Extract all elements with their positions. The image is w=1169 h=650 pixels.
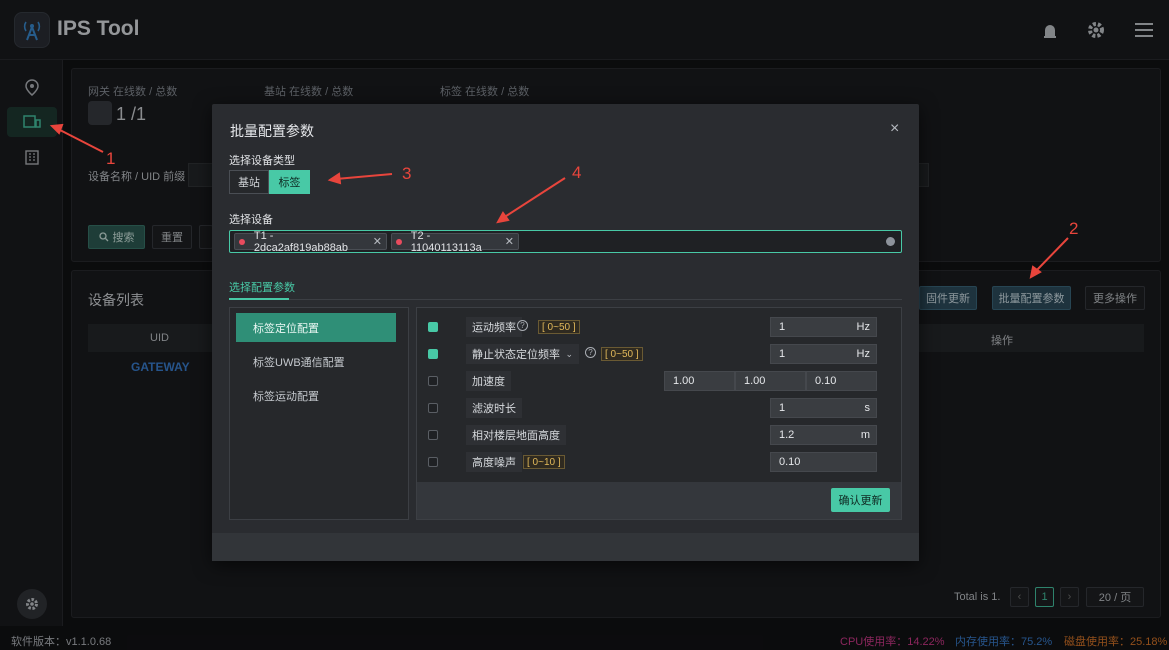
annotation-number: 1 <box>106 149 116 168</box>
annotation-number: 3 <box>402 164 412 183</box>
annotation-number: 4 <box>572 163 582 182</box>
annotation-arrows <box>49 123 1069 279</box>
annotation-number: 2 <box>1069 219 1079 238</box>
